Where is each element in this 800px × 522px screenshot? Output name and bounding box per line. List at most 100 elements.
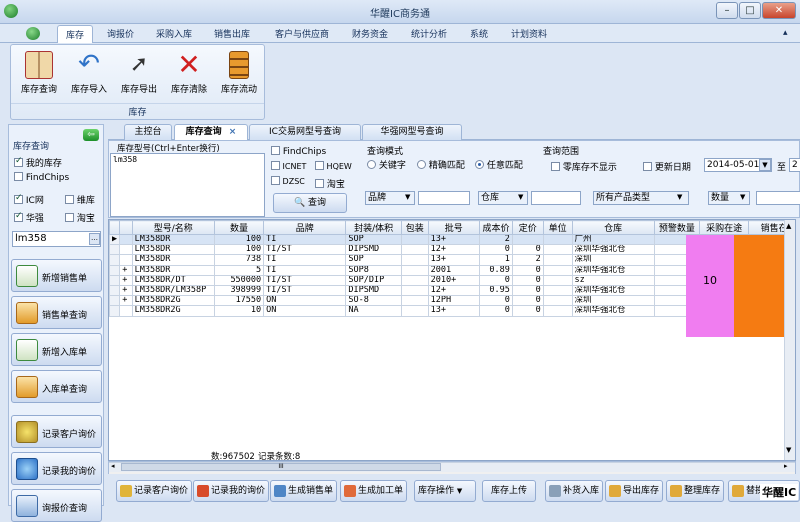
mode-keyword[interactable]: 关键字 — [367, 158, 406, 171]
inventory-clear-button[interactable]: ✕ 库存清除 — [165, 49, 213, 99]
row-indicator[interactable] — [109, 244, 121, 256]
source-hqew[interactable]: HQEW — [315, 161, 352, 171]
nav-inbound-query[interactable]: 入库单查询 — [11, 370, 102, 403]
organize-inventory-button[interactable]: 整理库存 — [666, 480, 725, 502]
menu-sales[interactable]: 销售出库 — [214, 27, 250, 40]
check-my-stock[interactable]: 我的库存 — [14, 156, 62, 169]
col-unit[interactable]: 单位 — [542, 220, 573, 235]
record-customer-inquiry-button[interactable]: 记录客户询价 — [116, 480, 193, 502]
maximize-button[interactable]: □ — [739, 2, 761, 19]
source-icnet[interactable]: ICNET — [271, 161, 306, 171]
menu-inventory[interactable]: 库存 — [57, 25, 94, 43]
inventory-export-button[interactable]: ➚ 库存导出 — [115, 49, 163, 99]
check-findchips[interactable]: FindChips — [14, 172, 69, 183]
col-qty[interactable]: 数量 — [213, 220, 265, 235]
menu-finance[interactable]: 财务资金 — [352, 27, 388, 40]
nav-customer-inquiry[interactable]: 记录客户询价 — [11, 415, 102, 448]
source-findchips[interactable]: FindChips — [271, 146, 326, 157]
brand-input[interactable] — [418, 191, 470, 205]
menu-purchase[interactable]: 采购入库 — [156, 27, 192, 40]
update-date-checkbox[interactable]: 更新日期 — [643, 160, 691, 173]
col-brand[interactable]: 品牌 — [263, 220, 347, 235]
model-textarea[interactable]: lm358 — [110, 153, 265, 217]
generate-sales-order-button[interactable]: 生成销售单 — [270, 480, 338, 502]
col-alert-qty[interactable]: 预警数量 — [653, 220, 700, 235]
nav-new-sales[interactable]: 新增销售单 — [11, 259, 102, 292]
warehouse-dropdown-icon[interactable]: ▼ — [518, 193, 523, 201]
nav-new-inbound[interactable]: 新增入库单 — [11, 333, 102, 366]
warehouse-input[interactable] — [531, 191, 581, 205]
back-arrow-icon[interactable]: ⇦ — [83, 129, 99, 141]
inventory-flow-button[interactable]: 库存流动 — [215, 49, 263, 99]
ribbon-collapse-icon[interactable]: ▴ — [783, 28, 788, 38]
inventory-query-button[interactable]: 库存查询 — [15, 49, 63, 99]
row-indicator[interactable] — [109, 295, 121, 307]
col-package[interactable]: 封装/体积 — [345, 220, 402, 235]
close-button[interactable]: ✕ — [762, 2, 796, 19]
export-inventory-button[interactable]: 导出库存 — [605, 480, 664, 502]
col-warehouse[interactable]: 仓库 — [571, 220, 655, 235]
menu-statistics[interactable]: 统计分析 — [411, 27, 447, 40]
expand-icon[interactable]: + — [119, 264, 133, 276]
hscroll-thumb[interactable]: III — [121, 463, 441, 471]
col-batch[interactable]: 批号 — [427, 220, 481, 235]
check-huaqiang[interactable]: 华强 — [14, 211, 44, 224]
col-price[interactable]: 定价 — [511, 220, 544, 235]
product-type-dropdown-icon[interactable]: ▼ — [677, 193, 682, 201]
col-packing[interactable]: 包装 — [400, 220, 429, 235]
tab-huaqiang-model-query[interactable]: 华强网型号查询 — [362, 124, 462, 140]
replenish-inbound-button[interactable]: 补货入库 — [545, 480, 604, 502]
menu-system[interactable]: 系统 — [470, 27, 488, 40]
minimize-button[interactable]: – — [716, 2, 738, 19]
scroll-down-icon[interactable]: ▼ — [786, 446, 791, 454]
query-button[interactable]: 🔍 查询 — [273, 193, 347, 213]
vertical-scrollbar[interactable] — [784, 220, 795, 460]
nav-my-inquiry[interactable]: 记录我的询价 — [11, 452, 102, 485]
menu-customers[interactable]: 客户与供应商 — [275, 27, 329, 40]
generate-work-order-button[interactable]: 生成加工单 — [340, 480, 408, 502]
source-dzsc[interactable]: DZSC — [271, 176, 305, 186]
col-cost[interactable]: 成本价 — [479, 220, 513, 235]
row-indicator[interactable] — [109, 284, 121, 297]
app-menu-icon[interactable] — [26, 27, 40, 40]
tab-inventory-query[interactable]: 库存查询 × — [174, 124, 248, 140]
tab-icnet-model-query[interactable]: IC交易网型号查询 — [249, 124, 361, 140]
row-indicator[interactable] — [109, 305, 121, 317]
left-search-input[interactable]: lm358 — [12, 231, 101, 247]
tab-close-icon[interactable]: × — [229, 127, 237, 137]
row-indicator[interactable] — [109, 274, 121, 286]
scroll-left-icon[interactable]: ◂ — [111, 462, 115, 470]
nav-sales-query[interactable]: 销售单查询 — [11, 296, 102, 329]
expand-icon[interactable]: + — [119, 295, 133, 307]
mode-any[interactable]: 任意匹配 — [475, 158, 523, 171]
date-dropdown-icon[interactable]: ▼ — [759, 159, 771, 171]
col-model[interactable]: 型号/名称 — [131, 220, 215, 235]
col-purchase-transit[interactable]: 采购在途 — [698, 220, 750, 235]
scroll-up-icon[interactable]: ▲ — [786, 222, 791, 230]
check-icnet[interactable]: IC网 — [14, 193, 44, 206]
date-to-input[interactable]: 2 — [789, 158, 800, 172]
expand-icon[interactable]: + — [119, 284, 133, 297]
source-taobao[interactable]: 淘宝 — [315, 177, 345, 190]
quantity-dropdown-icon[interactable]: ▼ — [740, 193, 745, 201]
record-my-inquiry-button[interactable]: 记录我的询价 — [193, 480, 270, 502]
check-taobao[interactable]: 淘宝 — [65, 211, 95, 224]
expand-icon[interactable]: + — [119, 274, 133, 286]
inventory-operations-button[interactable]: 库存操作 ▼ — [414, 480, 476, 502]
inventory-import-button[interactable]: ↶ 库存导入 — [65, 49, 113, 99]
menu-plan[interactable]: 计划资料 — [511, 27, 547, 40]
ellipsis-icon[interactable]: … — [89, 233, 100, 245]
check-weiku[interactable]: 维库 — [65, 193, 95, 206]
row-indicator[interactable] — [109, 254, 121, 266]
scroll-right-icon[interactable]: ▸ — [784, 462, 788, 470]
inventory-upload-button[interactable]: 库存上传 — [482, 480, 537, 502]
zero-stock-checkbox[interactable]: 零库存不显示 — [551, 160, 617, 173]
product-type-select[interactable]: 所有产品类型 — [593, 191, 689, 205]
tab-dashboard[interactable]: 主控台 — [124, 124, 172, 140]
row-pointer-icon[interactable]: ▶ — [109, 233, 121, 246]
row-indicator[interactable] — [109, 264, 121, 276]
menu-inquiry[interactable]: 询报价 — [107, 27, 134, 40]
mode-exact[interactable]: 精确匹配 — [417, 158, 465, 171]
brand-dropdown-icon[interactable]: ▼ — [405, 193, 410, 201]
quantity-input[interactable] — [756, 191, 800, 205]
